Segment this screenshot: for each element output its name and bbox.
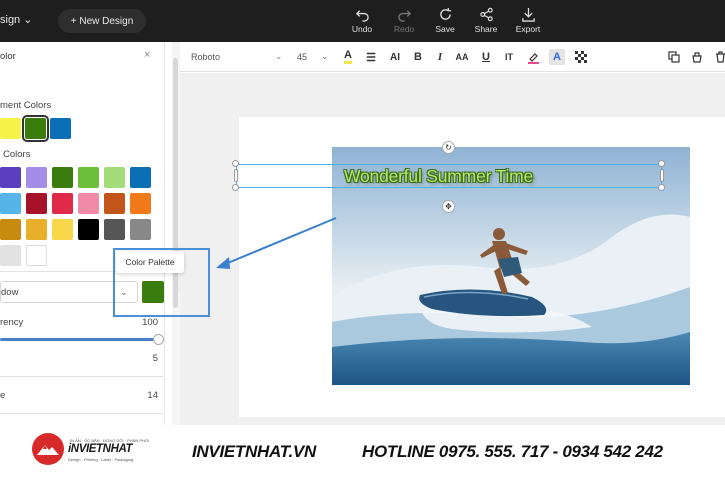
undo-label: Undo bbox=[351, 24, 373, 34]
size-label: e bbox=[0, 390, 6, 401]
pointer-arrow bbox=[216, 217, 337, 269]
panel-scrollbar[interactable] bbox=[172, 42, 180, 425]
transparency-icon[interactable] bbox=[573, 49, 589, 65]
redo-label: Redo bbox=[393, 24, 415, 34]
resize-handle[interactable] bbox=[232, 160, 239, 167]
hotline-text: HOTLINE 0975. 555. 717 - 0934 542 242 bbox=[362, 442, 663, 461]
default-color-swatch[interactable] bbox=[0, 167, 21, 188]
design-menu[interactable]: sign ⌄ bbox=[0, 13, 32, 26]
default-color-swatch[interactable] bbox=[26, 219, 47, 240]
panel-title: olor bbox=[0, 51, 16, 62]
document-color-swatch[interactable] bbox=[22, 115, 49, 142]
default-color-swatch[interactable] bbox=[52, 193, 73, 214]
bold-icon[interactable]: B bbox=[410, 49, 426, 65]
font-size-select[interactable]: 45 bbox=[297, 52, 307, 62]
default-color-swatch[interactable] bbox=[104, 193, 125, 214]
underline-icon[interactable]: U bbox=[478, 49, 494, 65]
text-case-icon[interactable]: AI bbox=[387, 49, 403, 65]
redo-icon bbox=[397, 10, 411, 22]
side-handle[interactable] bbox=[234, 169, 238, 182]
undo-icon bbox=[355, 10, 369, 22]
brand-logo-icon bbox=[32, 433, 64, 465]
default-color-swatch[interactable] bbox=[26, 193, 47, 214]
resize-handle[interactable] bbox=[658, 160, 665, 167]
default-color-swatch[interactable] bbox=[52, 167, 73, 188]
default-color-swatch[interactable] bbox=[0, 193, 21, 214]
share-label: Share bbox=[474, 24, 498, 34]
default-color-swatch[interactable] bbox=[104, 219, 125, 240]
letter-spacing-icon[interactable]: AA bbox=[454, 49, 470, 65]
effects-icon[interactable]: A bbox=[549, 49, 565, 65]
document-colors-label: ment Colors bbox=[0, 100, 52, 111]
default-color-swatch[interactable] bbox=[130, 167, 151, 188]
font-select[interactable]: Roboto bbox=[191, 52, 220, 62]
fill-icon[interactable] bbox=[525, 49, 541, 65]
brand-tagline: Design · Printing · Label · Packaging bbox=[68, 457, 134, 462]
transparency-slider-track[interactable] bbox=[0, 338, 158, 341]
shadow-select-label: dow bbox=[1, 287, 19, 298]
save-label: Save bbox=[435, 24, 455, 34]
default-color-swatch[interactable] bbox=[130, 219, 151, 240]
default-color-swatch[interactable] bbox=[78, 167, 99, 188]
default-color-swatch[interactable] bbox=[130, 193, 151, 214]
default-color-swatch[interactable] bbox=[52, 219, 73, 240]
selection-frame bbox=[236, 164, 662, 188]
rotate-icon[interactable]: ↻ bbox=[442, 141, 455, 154]
save-button[interactable]: Save bbox=[425, 7, 465, 34]
default-colors-label: Colors bbox=[3, 149, 31, 160]
document-color-swatch[interactable] bbox=[0, 118, 21, 139]
export-icon bbox=[521, 7, 535, 22]
website-text: INVIETNHAT.VN bbox=[192, 442, 316, 461]
close-icon[interactable]: × bbox=[144, 49, 150, 61]
export-button[interactable]: Export bbox=[508, 7, 548, 34]
share-button[interactable]: Share bbox=[466, 7, 506, 34]
document-color-swatch[interactable] bbox=[50, 118, 71, 139]
bucket-icon[interactable] bbox=[689, 49, 705, 65]
text-color-icon[interactable]: A bbox=[340, 49, 356, 65]
divider bbox=[0, 413, 163, 414]
divider bbox=[0, 376, 163, 377]
delete-icon[interactable] bbox=[712, 49, 725, 65]
new-design-button[interactable]: + New Design bbox=[58, 9, 146, 33]
duplicate-icon[interactable] bbox=[666, 49, 682, 65]
blur-value: 5 bbox=[152, 353, 158, 364]
share-icon bbox=[479, 7, 493, 22]
chevron-down-icon[interactable]: ⌄ bbox=[275, 51, 283, 62]
transparency-label: rency bbox=[0, 317, 24, 328]
transparency-slider-knob[interactable] bbox=[153, 334, 164, 345]
format-toolbar: Roboto ⌄ 45 ⌄ A ☰ AI B I AA U IT A bbox=[180, 42, 725, 72]
default-color-swatch[interactable] bbox=[26, 167, 47, 188]
default-color-swatch[interactable] bbox=[0, 219, 21, 240]
resize-handle[interactable] bbox=[658, 184, 665, 191]
brand-name: iNVIETNHAT bbox=[68, 443, 133, 455]
line-height-icon[interactable]: IT bbox=[501, 49, 517, 65]
size-value: 14 bbox=[147, 390, 158, 401]
align-icon[interactable]: ☰ bbox=[363, 49, 379, 65]
color-panel: olor × ment Colors Colors dow ⌄ rency 10… bbox=[0, 42, 165, 425]
default-color-swatch[interactable] bbox=[0, 245, 21, 266]
italic-icon[interactable]: I bbox=[432, 49, 448, 65]
highlight-box bbox=[113, 248, 210, 317]
move-icon[interactable]: ✥ bbox=[442, 200, 455, 213]
resize-handle[interactable] bbox=[232, 184, 239, 191]
transparency-value: 100 bbox=[142, 317, 158, 328]
default-color-swatch[interactable] bbox=[26, 245, 47, 266]
default-color-swatch[interactable] bbox=[78, 219, 99, 240]
undo-button[interactable]: Undo bbox=[342, 7, 382, 34]
export-label: Export bbox=[515, 24, 541, 34]
chevron-down-icon[interactable]: ⌄ bbox=[321, 51, 329, 62]
default-color-swatch[interactable] bbox=[104, 167, 125, 188]
save-icon bbox=[439, 7, 451, 20]
default-color-swatch[interactable] bbox=[78, 193, 99, 214]
redo-button[interactable]: Redo bbox=[384, 7, 424, 34]
top-bar: sign ⌄ + New Design Undo Redo Save Share… bbox=[0, 0, 725, 42]
side-handle[interactable] bbox=[660, 169, 664, 182]
